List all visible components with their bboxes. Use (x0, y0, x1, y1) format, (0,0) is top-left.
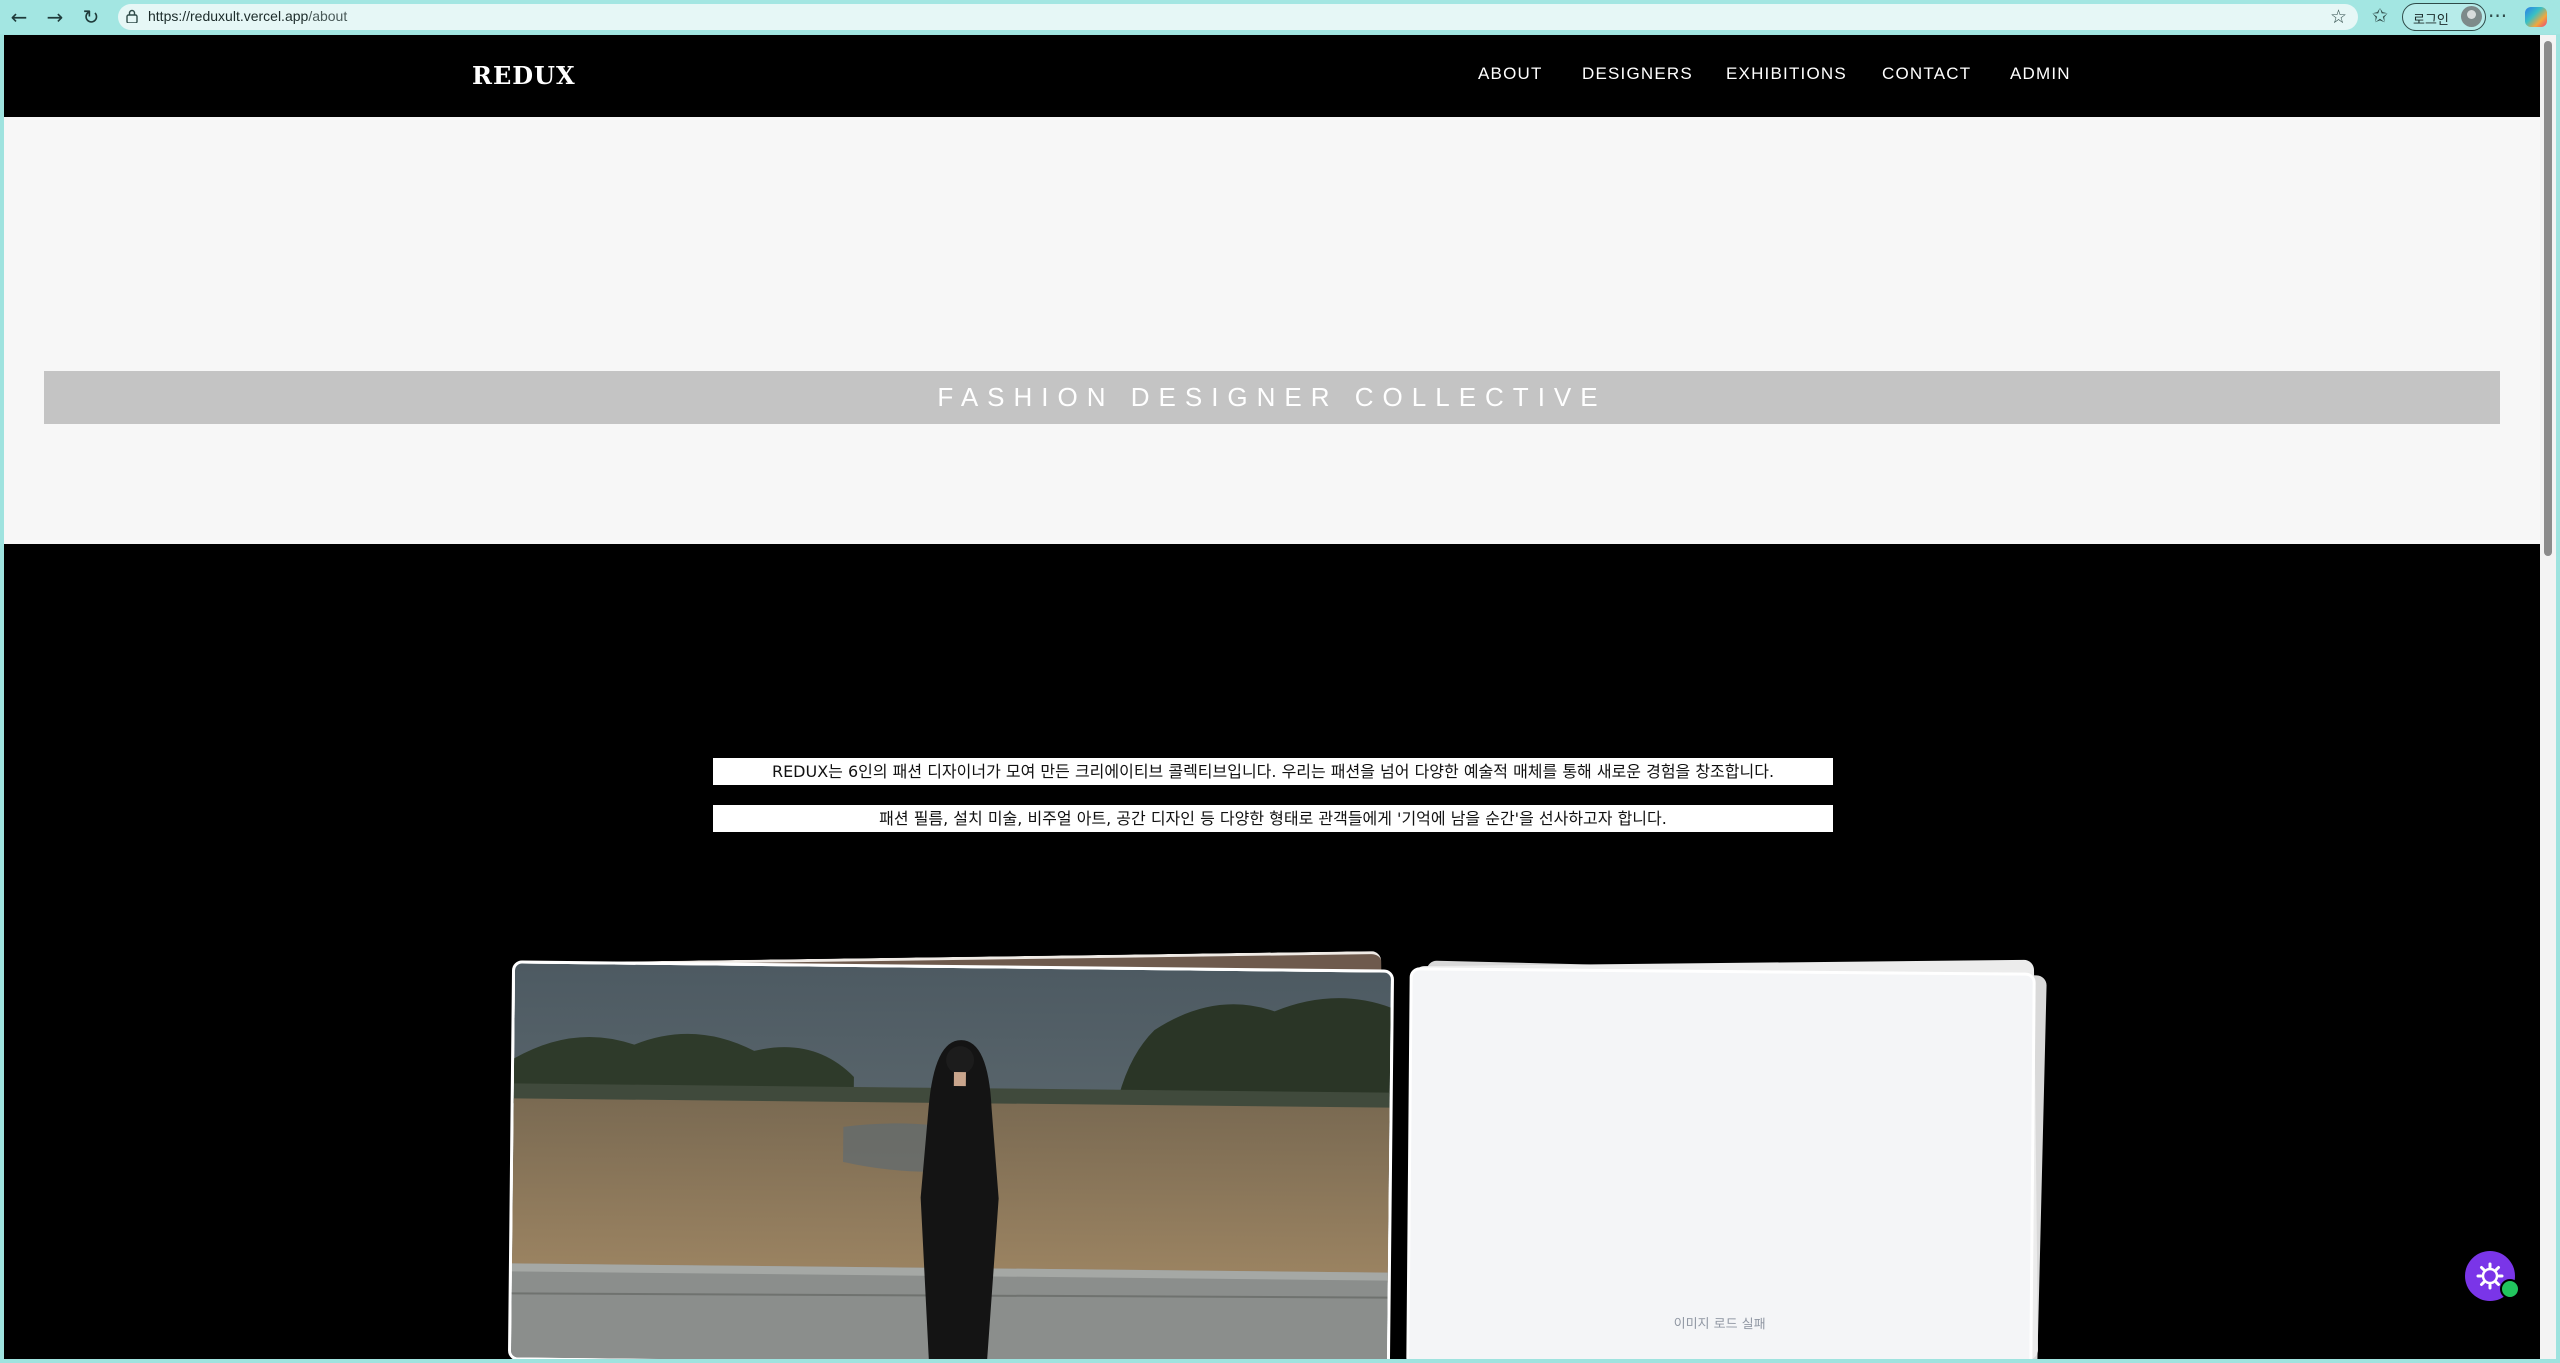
page-viewport: REDUX ABOUT DESIGNERS EXHIBITIONS CONTAC… (4, 35, 2540, 1359)
intro-line-1: REDUX는 6인의 패션 디자이너가 모여 만든 크리에이티브 콜렉티브입니다… (713, 758, 1833, 785)
star-icon[interactable]: ☆ (2330, 6, 2347, 28)
page-scrollbar[interactable] (2540, 35, 2556, 1359)
scrollbar-thumb[interactable] (2544, 41, 2552, 556)
hero-tagline: FASHION DESIGNER COLLECTIVE (937, 382, 1607, 412)
login-label: 로그인 (2413, 13, 2449, 28)
site-header: REDUX ABOUT DESIGNERS EXHIBITIONS CONTAC… (4, 35, 2540, 117)
tagline-band: FASHION DESIGNER COLLECTIVE (44, 371, 2500, 424)
hero-section: FASHION DESIGNER COLLECTIVE (4, 117, 2540, 544)
nav-designers[interactable]: DESIGNERS (1582, 64, 1693, 84)
url-path: /about (308, 8, 348, 24)
image-placeholder-card[interactable]: 이미지 로드 실패 (1406, 967, 2036, 1359)
favorites-icon[interactable]: ✩ (2372, 5, 2388, 27)
nav-contact[interactable]: CONTACT (1882, 64, 1971, 84)
photo-card[interactable] (507, 960, 1395, 1359)
lock-icon[interactable] (126, 9, 138, 23)
site-logo[interactable]: REDUX (472, 61, 576, 90)
status-badge (2500, 1279, 2520, 1299)
url-host: https://reduxult.vercel.app (148, 8, 309, 24)
reload-icon[interactable]: ↻ (80, 6, 102, 28)
browser-toolbar: ← → ↻ https://reduxult.vercel.app/about … (0, 0, 2560, 34)
nav-admin[interactable]: ADMIN (2010, 64, 2071, 84)
login-button[interactable]: 로그인 (2402, 3, 2486, 31)
arrow-right-icon[interactable]: → (44, 6, 66, 28)
address-bar[interactable] (118, 4, 2358, 30)
intro-line-2: 패션 필름, 설치 미술, 비주얼 아트, 공간 디자인 등 다양한 형태로 관… (713, 805, 1833, 832)
nav-exhibitions[interactable]: EXHIBITIONS (1726, 64, 1847, 84)
nav-about[interactable]: ABOUT (1478, 64, 1543, 84)
url-text[interactable]: https://reduxult.vercel.app/about (148, 8, 347, 24)
runway-photo (510, 963, 1392, 1359)
avatar (2461, 6, 2482, 27)
image-error-text: 이미지 로드 실패 (1673, 1316, 1766, 1333)
arrow-left-icon[interactable]: ← (8, 6, 30, 28)
copilot-icon[interactable] (2525, 7, 2547, 27)
more-icon[interactable]: ··· (2488, 4, 2507, 28)
